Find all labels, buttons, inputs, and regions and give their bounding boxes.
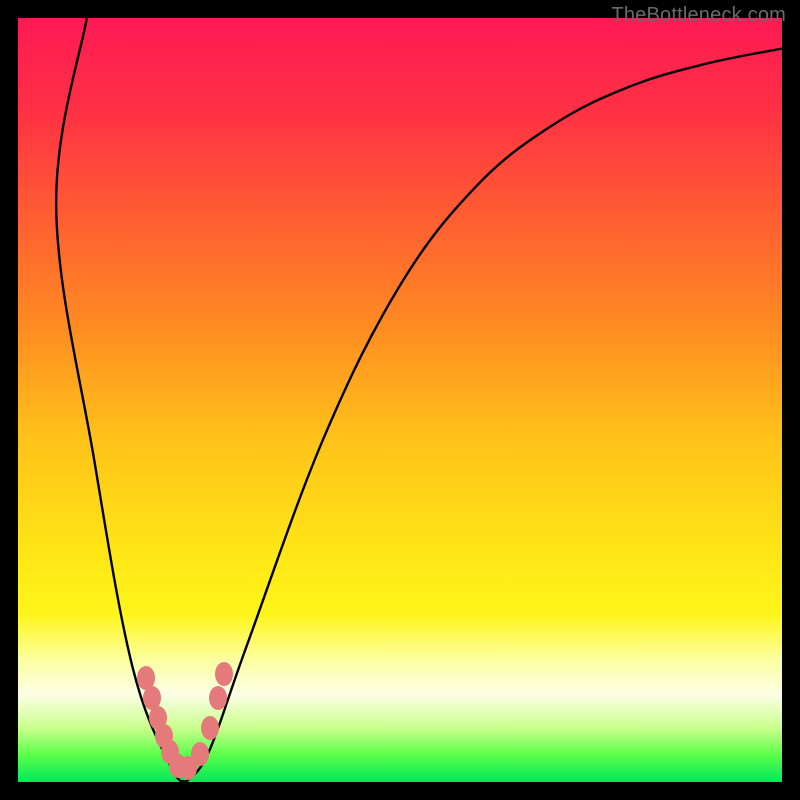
chart-frame: TheBottleneck.com bbox=[0, 0, 800, 800]
data-marker bbox=[201, 716, 219, 740]
plot-svg bbox=[18, 18, 782, 782]
data-marker bbox=[209, 686, 227, 710]
data-marker bbox=[215, 662, 233, 686]
plot-area bbox=[18, 18, 782, 782]
watermark-text: TheBottleneck.com bbox=[611, 4, 786, 27]
data-marker bbox=[191, 742, 209, 766]
